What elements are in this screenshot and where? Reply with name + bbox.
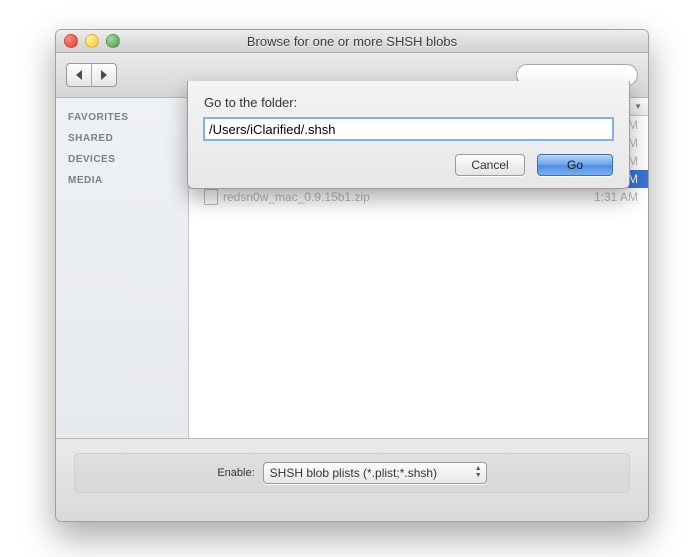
file-date: 1:31 AM: [542, 190, 648, 204]
sidebar-item-devices[interactable]: DEVICES: [56, 148, 188, 169]
sheet-label: Go to the folder:: [204, 95, 613, 110]
folder-path-input[interactable]: [204, 118, 613, 140]
chevron-left-icon: [76, 70, 82, 80]
chevron-right-icon: [101, 70, 107, 80]
sidebar: FAVORITES SHARED DEVICES MEDIA: [56, 98, 189, 438]
sidebar-item-media[interactable]: MEDIA: [56, 169, 188, 190]
sheet-cancel-button[interactable]: Cancel: [455, 154, 525, 176]
updown-icon: ▲▼: [475, 465, 482, 479]
file-icon: [203, 189, 219, 205]
options-area: Enable: SHSH blob plists (*.plist;*.shsh…: [56, 438, 648, 522]
window-title: Browse for one or more SHSH blobs: [56, 34, 648, 49]
go-to-folder-sheet: Go to the folder: Cancel Go: [187, 81, 630, 189]
enable-select[interactable]: SHSH blob plists (*.plist;*.shsh) ▲▼: [263, 462, 487, 484]
table-row[interactable]: redsn0w_mac_0.9.15b1.zip1:31 AM: [189, 188, 648, 206]
nav-back-forward: [66, 63, 117, 87]
back-button[interactable]: [67, 64, 91, 86]
sort-desc-icon: ▼: [634, 102, 642, 111]
file-dialog-window: Browse for one or more SHSH blobs FAVORI…: [55, 29, 649, 522]
titlebar[interactable]: Browse for one or more SHSH blobs: [56, 30, 648, 53]
sheet-go-button[interactable]: Go: [537, 154, 613, 176]
sidebar-item-favorites[interactable]: FAVORITES: [56, 106, 188, 127]
enable-label: Enable:: [217, 467, 254, 479]
file-name: redsn0w_mac_0.9.15b1.zip: [223, 190, 542, 204]
sidebar-item-shared[interactable]: SHARED: [56, 127, 188, 148]
forward-button[interactable]: [91, 64, 116, 86]
